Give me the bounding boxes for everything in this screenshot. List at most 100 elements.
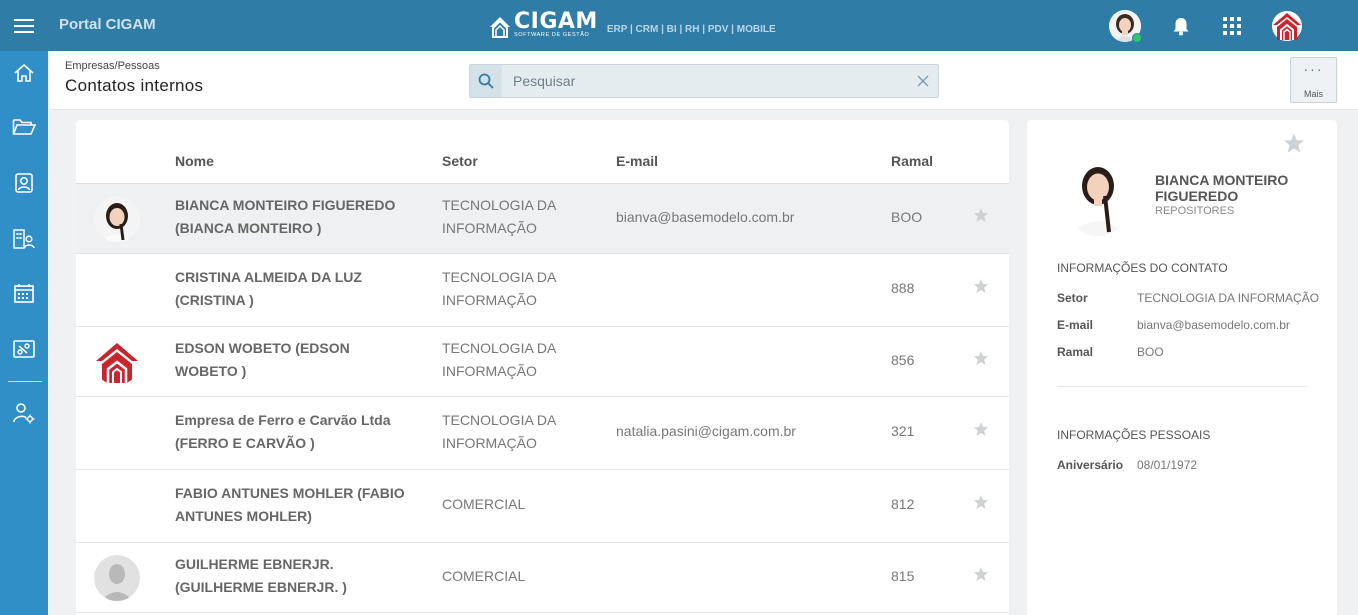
sidebar-divider xyxy=(8,381,42,382)
contact-ramal: 321 xyxy=(891,423,915,439)
ramal-label: Ramal xyxy=(1057,345,1094,359)
bell-icon xyxy=(1173,18,1189,36)
menu-toggle-button[interactable] xyxy=(0,0,48,51)
sidebar-item-user-settings[interactable] xyxy=(0,393,48,433)
contacts-table: Nome Setor E-mail Ramal BIANCA MONTEIRO … xyxy=(76,120,1009,615)
contact-ramal: 812 xyxy=(891,496,915,512)
hamburger-icon xyxy=(14,24,34,27)
column-header-ramal[interactable]: Ramal xyxy=(891,153,933,169)
favorite-star-icon[interactable] xyxy=(973,350,989,366)
contact-photo xyxy=(94,339,140,385)
home-icon xyxy=(14,63,34,82)
page-header: Empresas/Pessoas Contatos internos ··· M… xyxy=(50,51,1358,110)
table-row[interactable]: FABIO ANTUNES MOHLER (FABIO ANTUNES MOHL… xyxy=(76,470,1009,543)
contact-email[interactable]: bianva@basemodelo.com.br xyxy=(616,206,876,229)
contact-name: BIANCA MONTEIRO FIGUEREDO (BIANCA MONTEI… xyxy=(175,197,396,236)
detail-divider xyxy=(1057,386,1307,387)
column-header-nome[interactable]: Nome xyxy=(175,153,214,169)
user-settings-icon xyxy=(13,403,35,424)
favorite-star-icon[interactable] xyxy=(973,494,989,510)
search-button[interactable] xyxy=(470,65,502,97)
sidebar-item-tickets[interactable] xyxy=(0,329,48,369)
contact-photo xyxy=(94,555,140,601)
top-bar: Portal CIGAM CIGAM SOFTWARE DE GESTÃO ER… xyxy=(0,0,1358,51)
contact-setor: COMERCIAL xyxy=(442,568,526,584)
brand-tagline: SOFTWARE DE GESTÃO xyxy=(514,32,590,38)
red-house-logo-icon xyxy=(94,339,140,385)
contact-ramal: 888 xyxy=(891,280,915,296)
company-logo-button[interactable] xyxy=(1271,10,1303,47)
brand-name: CIGAM xyxy=(514,9,598,34)
notifications-button[interactable] xyxy=(1172,16,1190,41)
sidebar-item-company-contacts[interactable] xyxy=(0,219,48,259)
apps-grid-icon xyxy=(1223,17,1241,35)
contact-setor: TECNOLOGIA DA INFORMAÇÃO xyxy=(442,340,556,379)
sidebar-item-home[interactable] xyxy=(0,53,48,93)
table-row[interactable]: Empresa de Ferro e Carvão Ltda (FERRO E … xyxy=(76,397,1009,470)
setor-label: Setor xyxy=(1057,291,1088,305)
woman-portrait-icon xyxy=(1063,156,1133,236)
sidebar xyxy=(0,51,48,615)
favorite-star-icon[interactable] xyxy=(973,207,989,223)
favorite-star-icon[interactable] xyxy=(973,278,989,294)
detail-photo xyxy=(1063,156,1133,236)
table-row[interactable]: EDSON WOBETO (EDSON WOBETO ) TECNOLOGIA … xyxy=(76,327,1009,397)
contact-card-icon xyxy=(15,173,33,193)
favorite-star-icon[interactable] xyxy=(973,421,989,437)
contact-detail-panel: BIANCA MONTEIRO FIGUEREDO REPOSITORES IN… xyxy=(1027,120,1337,615)
contact-setor: COMERCIAL xyxy=(442,496,526,512)
contact-name: EDSON WOBETO (EDSON WOBETO ) xyxy=(175,340,350,379)
detail-role: REPOSITORES xyxy=(1155,205,1235,217)
more-dots-icon: ··· xyxy=(1303,61,1324,77)
online-status-indicator xyxy=(1132,33,1142,43)
ramal-value: BOO xyxy=(1137,345,1164,359)
person-placeholder-icon xyxy=(94,555,140,601)
page-title: Contatos internos xyxy=(65,76,204,95)
contact-email[interactable]: natalia.pasini@cigam.com.br xyxy=(616,420,876,443)
contact-info-heading: INFORMAÇÕES DO CONTATO xyxy=(1057,261,1228,275)
clear-search-icon[interactable] xyxy=(916,74,930,88)
detail-name: BIANCA MONTEIRO FIGUEREDO xyxy=(1155,172,1289,204)
email-value[interactable]: bianva@basemodelo.com.br xyxy=(1137,318,1290,332)
setor-value: TECNOLOGIA DA INFORMAÇÃO xyxy=(1137,291,1320,305)
red-house-logo-icon xyxy=(1272,11,1302,41)
search-input[interactable] xyxy=(503,65,908,97)
contact-name: CRISTINA ALMEIDA DA LUZ (CRISTINA ) xyxy=(175,269,362,308)
contact-name: GUILHERME EBNERJR. (GUILHERME EBNERJR. ) xyxy=(175,556,347,595)
ticket-icon xyxy=(13,340,35,358)
favorite-star-icon[interactable] xyxy=(973,566,989,582)
apps-grid-button[interactable] xyxy=(1223,17,1241,40)
woman-portrait-icon xyxy=(94,196,140,242)
contact-ramal: 856 xyxy=(891,352,915,368)
column-header-email[interactable]: E-mail xyxy=(616,153,658,169)
personal-info-heading: INFORMAÇÕES PESSOAIS xyxy=(1057,428,1211,442)
portal-title[interactable]: Portal CIGAM xyxy=(59,16,156,33)
column-header-setor[interactable]: Setor xyxy=(442,153,478,169)
table-row[interactable]: CRISTINA ALMEIDA DA LUZ (CRISTINA ) TECN… xyxy=(76,254,1009,327)
breadcrumb[interactable]: Empresas/Pessoas xyxy=(65,60,160,72)
email-label: E-mail xyxy=(1057,318,1094,332)
cigam-logo-icon xyxy=(488,14,512,38)
favorite-star-icon[interactable] xyxy=(1283,132,1305,154)
sidebar-item-contacts[interactable] xyxy=(0,163,48,203)
birthday-value: 08/01/1972 xyxy=(1137,458,1198,472)
brand-modules: ERP | CRM | BI | RH | PDV | MOBILE xyxy=(606,24,776,35)
contact-photo xyxy=(94,196,140,242)
sidebar-item-calendar[interactable] xyxy=(0,273,48,313)
contact-setor: TECNOLOGIA DA INFORMAÇÃO xyxy=(442,269,556,308)
contact-ramal: 815 xyxy=(891,568,915,584)
contact-name: FABIO ANTUNES MOHLER (FABIO ANTUNES MOHL… xyxy=(175,485,405,524)
folder-open-icon xyxy=(12,119,36,135)
more-button[interactable]: ··· Mais xyxy=(1290,57,1337,103)
table-row[interactable]: BIANCA MONTEIRO FIGUEREDO (BIANCA MONTEI… xyxy=(76,184,1009,254)
search-icon xyxy=(478,73,494,89)
contact-setor: TECNOLOGIA DA INFORMAÇÃO xyxy=(442,197,556,236)
search-bar xyxy=(469,64,939,98)
table-row[interactable]: GUILHERME EBNERJR. (GUILHERME EBNERJR. )… xyxy=(76,543,1009,613)
birthday-label: Aniversário xyxy=(1057,458,1124,472)
contact-name: Empresa de Ferro e Carvão Ltda (FERRO E … xyxy=(175,412,391,451)
calendar-icon xyxy=(14,284,34,303)
sidebar-item-folders[interactable] xyxy=(0,107,48,147)
table-header: Nome Setor E-mail Ramal xyxy=(76,120,1009,184)
more-label: Mais xyxy=(1303,89,1323,99)
